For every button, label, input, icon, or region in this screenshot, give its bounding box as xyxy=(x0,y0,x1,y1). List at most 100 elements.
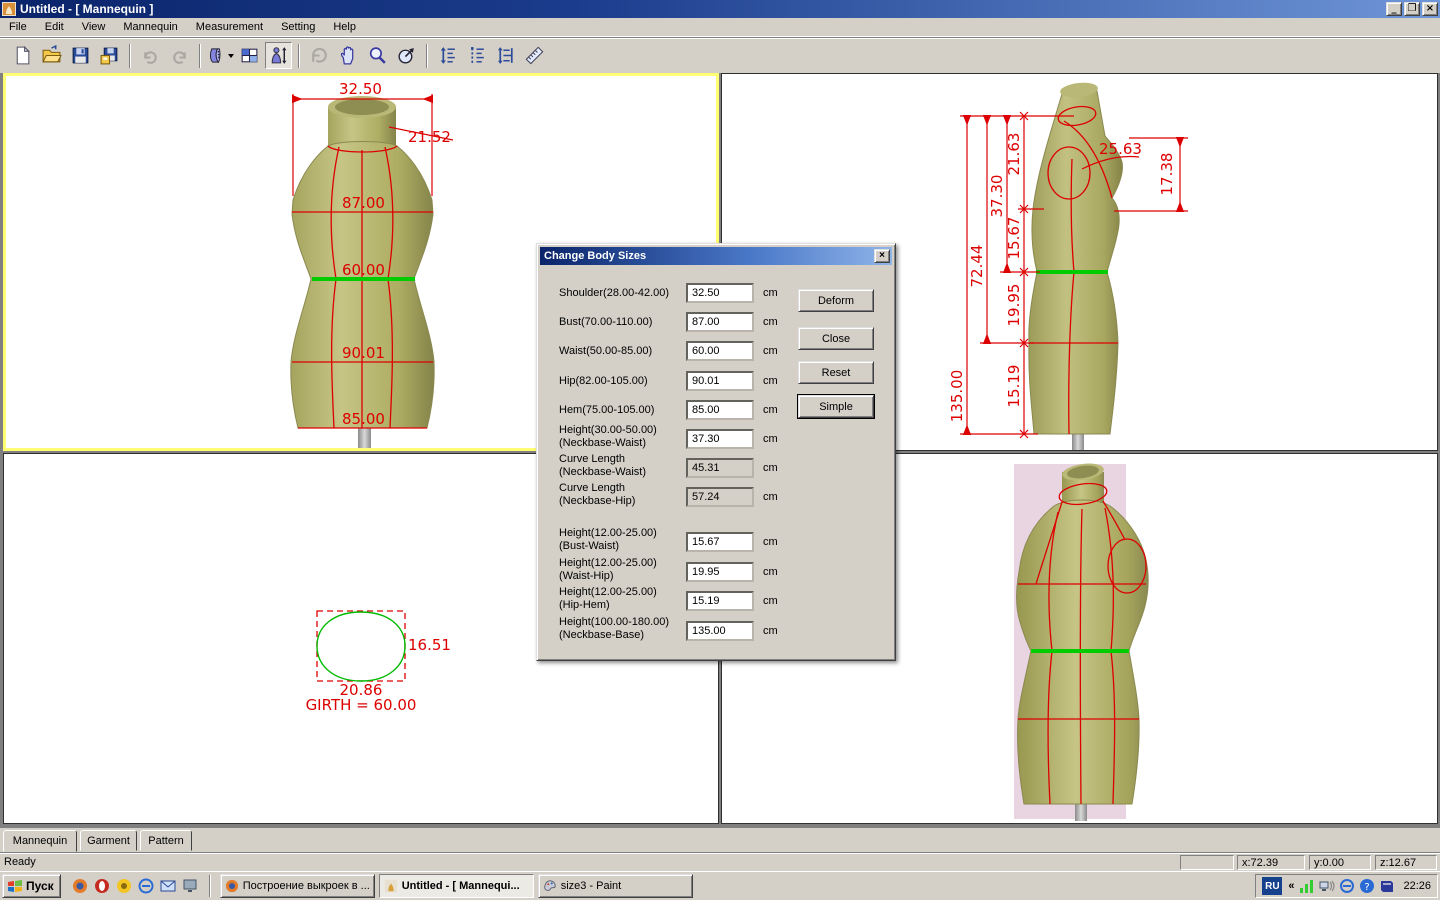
restore-button[interactable]: ❐ xyxy=(1404,2,1420,16)
side-bust-waist-label: 15.67 xyxy=(1005,217,1023,260)
mannequin-app-icon xyxy=(384,879,398,893)
layout-icon xyxy=(239,45,260,66)
height-waist-hip-input[interactable] xyxy=(686,562,754,582)
firefox-icon[interactable] xyxy=(70,876,90,896)
height-neckbase-waist-input[interactable] xyxy=(686,429,754,449)
close-button[interactable]: × xyxy=(1422,2,1438,16)
rotate-button[interactable] xyxy=(306,42,333,69)
help-tray-icon[interactable]: ? xyxy=(1359,878,1375,894)
close-dialog-button[interactable]: Close xyxy=(798,327,874,350)
menu-file[interactable]: File xyxy=(0,19,36,35)
dialog-close-icon[interactable]: × xyxy=(874,249,890,263)
signal-bars-icon[interactable] xyxy=(1299,878,1315,894)
girth-depth-label: 16.51 xyxy=(408,636,451,654)
front-waist-label: 60.00 xyxy=(342,261,385,279)
shoulder-input[interactable] xyxy=(686,283,754,303)
redo-button[interactable] xyxy=(166,42,193,69)
field-label-hem: Hem(75.00-105.00) xyxy=(559,404,689,417)
menu-mannequin[interactable]: Mannequin xyxy=(114,19,186,35)
viewport-layout-button[interactable] xyxy=(236,42,263,69)
height-hip-hem-input[interactable] xyxy=(686,591,754,611)
simple-button[interactable]: Simple xyxy=(798,395,874,418)
taskbar: Пуск Построение выкроек в ... Untitled -… xyxy=(0,871,1440,900)
menu-measurement[interactable]: Measurement xyxy=(187,19,272,35)
task-button-browser[interactable]: Построение выкроек в ... xyxy=(220,874,375,898)
hem-input[interactable] xyxy=(686,400,754,420)
ie-tray-icon[interactable] xyxy=(1339,878,1355,894)
new-button[interactable] xyxy=(9,42,36,69)
height-neckbase-base-input[interactable] xyxy=(686,621,754,641)
title-bar[interactable]: Untitled - [ Mannequin ] _ ❐ × xyxy=(0,0,1440,18)
side-neckbase-bust-label: 21.63 xyxy=(1005,133,1023,176)
start-button[interactable]: Пуск xyxy=(2,874,61,898)
tab-mannequin[interactable]: Mannequin xyxy=(3,830,77,852)
save-button[interactable] xyxy=(67,42,94,69)
unit-label: cm xyxy=(763,462,778,474)
rotate-3d-button[interactable] xyxy=(393,42,420,69)
ie-icon[interactable] xyxy=(136,876,156,896)
pan-button[interactable] xyxy=(335,42,362,69)
rotate-3d-icon xyxy=(396,45,417,66)
side-neckbase-hip-label: 72.44 xyxy=(968,245,986,288)
tab-pattern[interactable]: Pattern xyxy=(140,830,192,851)
undo-button[interactable] xyxy=(137,42,164,69)
unit-label: cm xyxy=(763,491,778,503)
field-label-height-neckbase-waist: Height(30.00-50.00)(Neckbase-Waist) xyxy=(559,424,689,450)
front-hip-label: 90.01 xyxy=(342,344,385,362)
dialog-title-bar: Change Body Sizes × xyxy=(540,247,892,265)
field-label-bust: Bust(70.00-110.00) xyxy=(559,316,689,329)
status-message: Ready xyxy=(4,856,36,868)
opera-icon[interactable] xyxy=(92,876,112,896)
unit-label: cm xyxy=(763,536,778,548)
front-slope-label: 21.52 xyxy=(408,128,451,146)
measure-height-button[interactable] xyxy=(434,42,461,69)
height-bust-waist-input[interactable] xyxy=(686,532,754,552)
measure-segment-icon xyxy=(466,45,487,66)
menu-setting[interactable]: Setting xyxy=(272,19,324,35)
deform-button[interactable]: Deform xyxy=(798,289,874,312)
task-button-paint[interactable]: size3 - Paint xyxy=(538,874,693,898)
minimize-button[interactable]: _ xyxy=(1386,2,1402,16)
menu-view[interactable]: View xyxy=(73,19,115,35)
measure-width-button[interactable] xyxy=(492,42,519,69)
body-size-button[interactable] xyxy=(265,42,292,69)
field-label-shoulder: Shoulder(28.00-42.00) xyxy=(559,287,689,300)
open-button[interactable] xyxy=(38,42,65,69)
book-tray-icon[interactable] xyxy=(1379,878,1395,894)
export-button[interactable] xyxy=(96,42,123,69)
hip-input[interactable] xyxy=(686,371,754,391)
menu-edit[interactable]: Edit xyxy=(36,19,73,35)
zoom-button[interactable] xyxy=(364,42,391,69)
mail-icon[interactable] xyxy=(158,876,178,896)
waist-input[interactable] xyxy=(686,341,754,361)
task-button-mannequin[interactable]: Untitled - [ Mannequi... xyxy=(379,874,534,898)
desktop-icon[interactable] xyxy=(180,876,200,896)
ruler-button[interactable] xyxy=(521,42,548,69)
taskbar-separator xyxy=(209,875,211,897)
network-icon[interactable] xyxy=(1319,878,1335,894)
menu-help[interactable]: Help xyxy=(324,19,365,35)
language-indicator[interactable]: RU xyxy=(1262,877,1282,895)
quick-launch xyxy=(69,876,201,896)
unit-label: cm xyxy=(763,404,778,416)
side-total-height-label: 135.00 xyxy=(948,370,966,423)
messenger-icon[interactable] xyxy=(114,876,134,896)
reset-button[interactable]: Reset xyxy=(798,361,874,384)
front-shoulder-label: 32.50 xyxy=(339,80,382,98)
tab-garment[interactable]: Garment xyxy=(80,830,137,851)
side-armhole-depth-label: 17.38 xyxy=(1158,153,1176,196)
dropdown-arrow-icon xyxy=(228,54,234,58)
magnifier-icon xyxy=(367,45,388,66)
change-body-sizes-dialog: Change Body Sizes × Shoulder(28.00-42.00… xyxy=(536,243,896,661)
render-mode-icon xyxy=(207,45,226,66)
measure-segment-button[interactable] xyxy=(463,42,490,69)
render-mode-button[interactable] xyxy=(207,42,234,69)
tray-chevron[interactable]: « xyxy=(1288,880,1294,892)
paint-icon xyxy=(543,879,557,893)
export-floppy-icon xyxy=(99,45,120,66)
field-label-height-neckbase-base: Height(100.00-180.00)(Neckbase-Base) xyxy=(559,616,689,642)
unit-label: cm xyxy=(763,287,778,299)
measure-height-icon xyxy=(437,45,458,66)
status-bar: Ready x:72.39 y:0.00 z:12.67 xyxy=(0,852,1440,871)
bust-input[interactable] xyxy=(686,312,754,332)
